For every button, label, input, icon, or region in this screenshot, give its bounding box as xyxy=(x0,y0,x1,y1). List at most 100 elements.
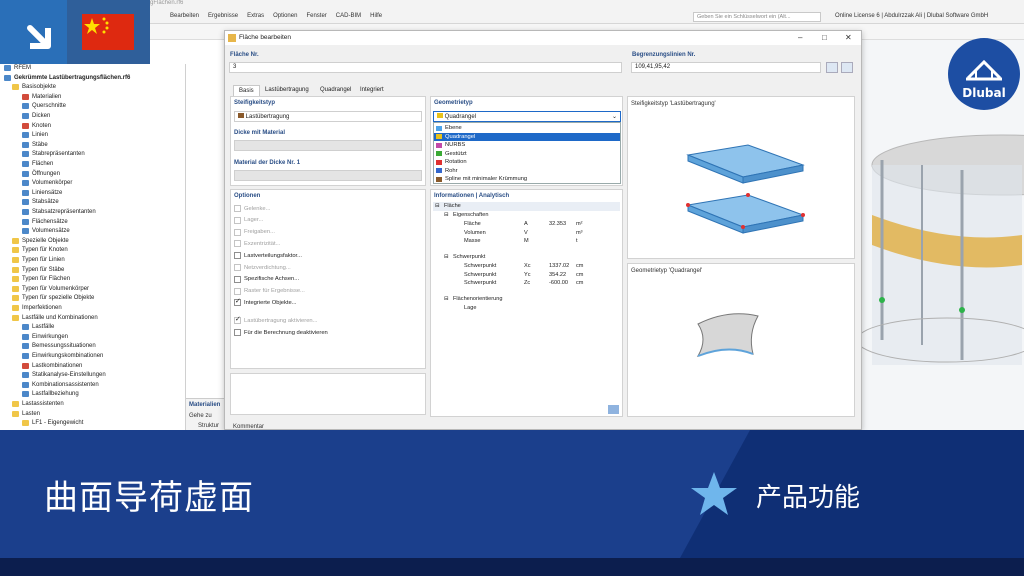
thickness-material-field xyxy=(234,140,422,151)
menu-item[interactable]: CAD-BIM xyxy=(336,13,361,19)
menu-item[interactable]: Fenster xyxy=(306,13,326,19)
nav-item[interactable]: Lastfälle und Kombinationen xyxy=(12,314,98,321)
nav-item[interactable]: Dicken xyxy=(22,113,50,119)
boundary-lines-field[interactable]: 109,41,95,42 xyxy=(631,62,821,73)
nav-item[interactable]: Querschnitte xyxy=(22,103,66,110)
option-checkbox[interactable]: Spezifische Achsen... xyxy=(234,275,299,283)
geometry-option[interactable]: Gestützt xyxy=(434,150,620,159)
collapse-icon[interactable]: ⊟ xyxy=(444,296,449,302)
surface-no-field[interactable]: 3 xyxy=(229,62,622,73)
nav-item[interactable]: Typen für spezielle Objekte xyxy=(12,295,94,302)
thickness-icon xyxy=(22,113,29,119)
option-checkbox[interactable]: Integrierte Objekte... xyxy=(234,297,297,307)
geometry-option[interactable]: Rotation xyxy=(434,158,620,167)
option-checkbox[interactable]: Lastverteilungsfaktor... xyxy=(234,252,302,260)
geometry-select[interactable]: Quadrangel ⌄ xyxy=(433,111,621,122)
goto-label[interactable]: Gehe zu xyxy=(189,413,212,419)
nav-item[interactable]: Basisobjekte xyxy=(12,84,56,91)
minimize-icon[interactable]: – xyxy=(798,33,802,42)
collapse-icon[interactable]: ⊟ xyxy=(435,203,440,209)
nav-item[interactable]: Flächensätze xyxy=(22,218,68,225)
option-label: Integrierte Objekte... xyxy=(244,299,297,306)
nav-item[interactable]: Stabsätze xyxy=(22,199,59,206)
nav-item[interactable]: Linien xyxy=(22,132,48,139)
geometry-option[interactable]: Rohr xyxy=(434,167,620,176)
nav-item[interactable]: Volumenkörper xyxy=(22,180,72,187)
tab-integrated[interactable]: Integriert xyxy=(355,85,389,96)
option-checkbox: Freigaben... xyxy=(234,228,275,236)
nav-item[interactable]: Lastfallbeziehung xyxy=(22,391,79,398)
option-checkbox: Lager... xyxy=(234,216,263,224)
nav-item[interactable]: Typen für Knoten xyxy=(12,247,68,254)
nav-item[interactable]: Lastfälle xyxy=(22,324,54,331)
geometry-option[interactable]: Quadrangel xyxy=(434,132,620,141)
checkbox-icon[interactable] xyxy=(234,329,241,336)
nav-item[interactable]: Typen für Linien xyxy=(12,257,65,263)
nav-item[interactable]: Einwirkungen xyxy=(22,333,68,340)
nav-item[interactable]: Stäbe xyxy=(22,141,48,148)
folder-icon xyxy=(12,266,19,273)
folder-icon xyxy=(12,295,19,302)
quadrangle-image xyxy=(696,313,759,358)
maximize-icon[interactable]: □ xyxy=(822,33,827,42)
nav-item[interactable]: Imperfektionen xyxy=(12,305,62,311)
nav-item[interactable]: Statikanalyse-Einstellungen xyxy=(22,372,106,379)
material-icon xyxy=(22,93,29,100)
thickness-material-label: Dicke mit Material xyxy=(234,130,286,136)
reverse-icon[interactable] xyxy=(841,62,853,73)
geometry-option[interactable]: Spline mit minimaler Krümmung xyxy=(434,175,620,184)
nav-item[interactable]: Knoten xyxy=(22,122,51,129)
export-icon[interactable] xyxy=(608,405,619,414)
nav-item[interactable]: Bemessungssituationen xyxy=(22,343,96,350)
geometry-option-label: Gestützt xyxy=(445,150,467,157)
pick-icon[interactable] xyxy=(826,62,838,73)
menu-item[interactable]: Extras xyxy=(247,13,264,19)
materials-panel-title: Materialien xyxy=(189,402,221,408)
geometry-option[interactable]: Ebene xyxy=(434,124,620,133)
nav-item[interactable]: Lastkombinationen xyxy=(22,362,82,369)
nav-item[interactable]: Spezielle Objekte xyxy=(12,237,69,244)
checkbox-icon[interactable] xyxy=(234,252,241,260)
menu-item[interactable]: Optionen xyxy=(273,13,297,19)
structure-item[interactable]: Struktur xyxy=(198,423,219,429)
nav-item[interactable]: Lastassistenten xyxy=(12,401,64,407)
tab-load-transfer[interactable]: Lastübertragung xyxy=(260,85,314,96)
nav-item[interactable]: Volumensätze xyxy=(22,228,70,235)
stiffness-select[interactable]: Lastübertragung xyxy=(234,111,422,122)
menu-item[interactable]: Bearbeiten xyxy=(170,13,199,19)
nav-item[interactable]: RFEM xyxy=(4,65,31,71)
nav-item[interactable]: Stabrepräsentanten xyxy=(22,151,85,158)
info-name: Masse xyxy=(464,238,481,244)
nav-item[interactable]: Liniensätze xyxy=(22,189,62,196)
nav-item[interactable]: LF1 - Eigengewicht xyxy=(22,420,83,427)
option-checkbox[interactable]: Für die Berechnung deaktivieren xyxy=(234,329,328,336)
nav-item[interactable]: Gekrümmte Lastübertragungsflächen.rf6 xyxy=(4,74,130,81)
collapse-icon[interactable]: ⊟ xyxy=(444,254,449,260)
tab-quadrangle[interactable]: Quadrangel xyxy=(315,85,356,96)
nav-item[interactable]: Flächen xyxy=(22,161,53,167)
collapse-icon[interactable]: ⊟ xyxy=(444,212,449,218)
search-input[interactable]: Geben Sie ein Schlüsselwort ein (Alt... xyxy=(693,12,821,22)
geometry-option[interactable]: NURBS xyxy=(434,141,620,150)
nav-item-label: Typen für Stäbe xyxy=(22,266,65,273)
nav-item[interactable]: Stabsatzrepräsentanten xyxy=(22,209,96,215)
tab-basis[interactable]: Basis xyxy=(233,85,260,96)
nav-item[interactable]: Typen für Volumenkörper xyxy=(12,285,89,292)
menu-item[interactable]: Ergebnisse xyxy=(208,13,238,19)
checkbox-icon[interactable] xyxy=(234,297,241,307)
menu-item[interactable]: Hilfe xyxy=(370,13,382,19)
nav-item[interactable]: Lasten xyxy=(12,410,40,417)
info-unit: cm xyxy=(576,271,584,278)
nav-item[interactable]: Einwirkungskombinationen xyxy=(22,353,103,359)
folder-icon xyxy=(12,247,19,254)
nav-item[interactable]: Öffnungen xyxy=(22,170,60,177)
chevron-down-icon[interactable]: ⌄ xyxy=(612,113,617,120)
nav-item[interactable]: Typen für Stäbe xyxy=(12,266,65,273)
close-icon[interactable]: ✕ xyxy=(845,33,852,42)
checkbox-icon[interactable] xyxy=(234,275,241,283)
nav-item[interactable]: Typen für Flächen xyxy=(12,276,70,283)
nav-item[interactable]: Materialien xyxy=(22,93,61,100)
folder-icon xyxy=(12,237,19,244)
nav-item[interactable]: Kombinationsassistenten xyxy=(22,381,99,388)
memberset-icon xyxy=(22,199,29,206)
